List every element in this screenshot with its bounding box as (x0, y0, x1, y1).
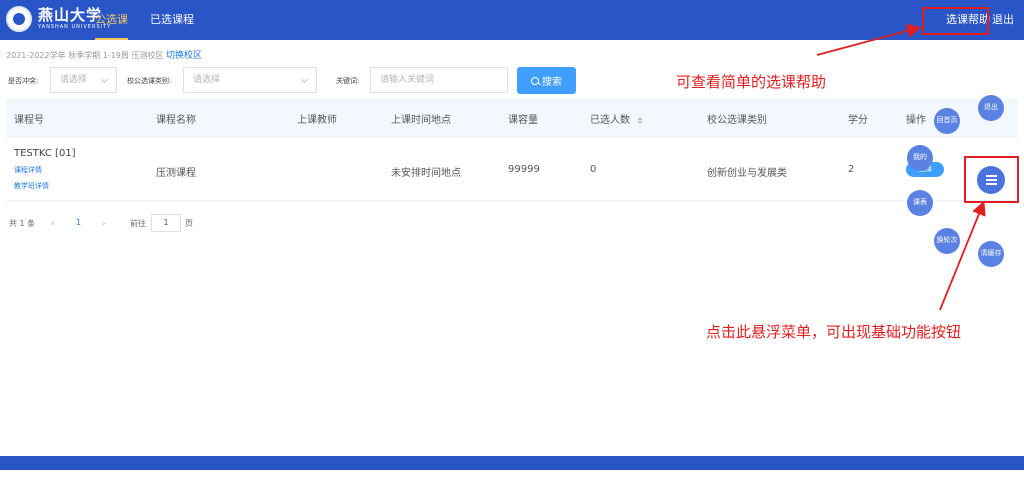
bottom-bar (0, 456, 1024, 470)
menu-arrow (939, 200, 986, 311)
help-arrow (816, 23, 922, 56)
annotation-arrows (816, 23, 986, 311)
